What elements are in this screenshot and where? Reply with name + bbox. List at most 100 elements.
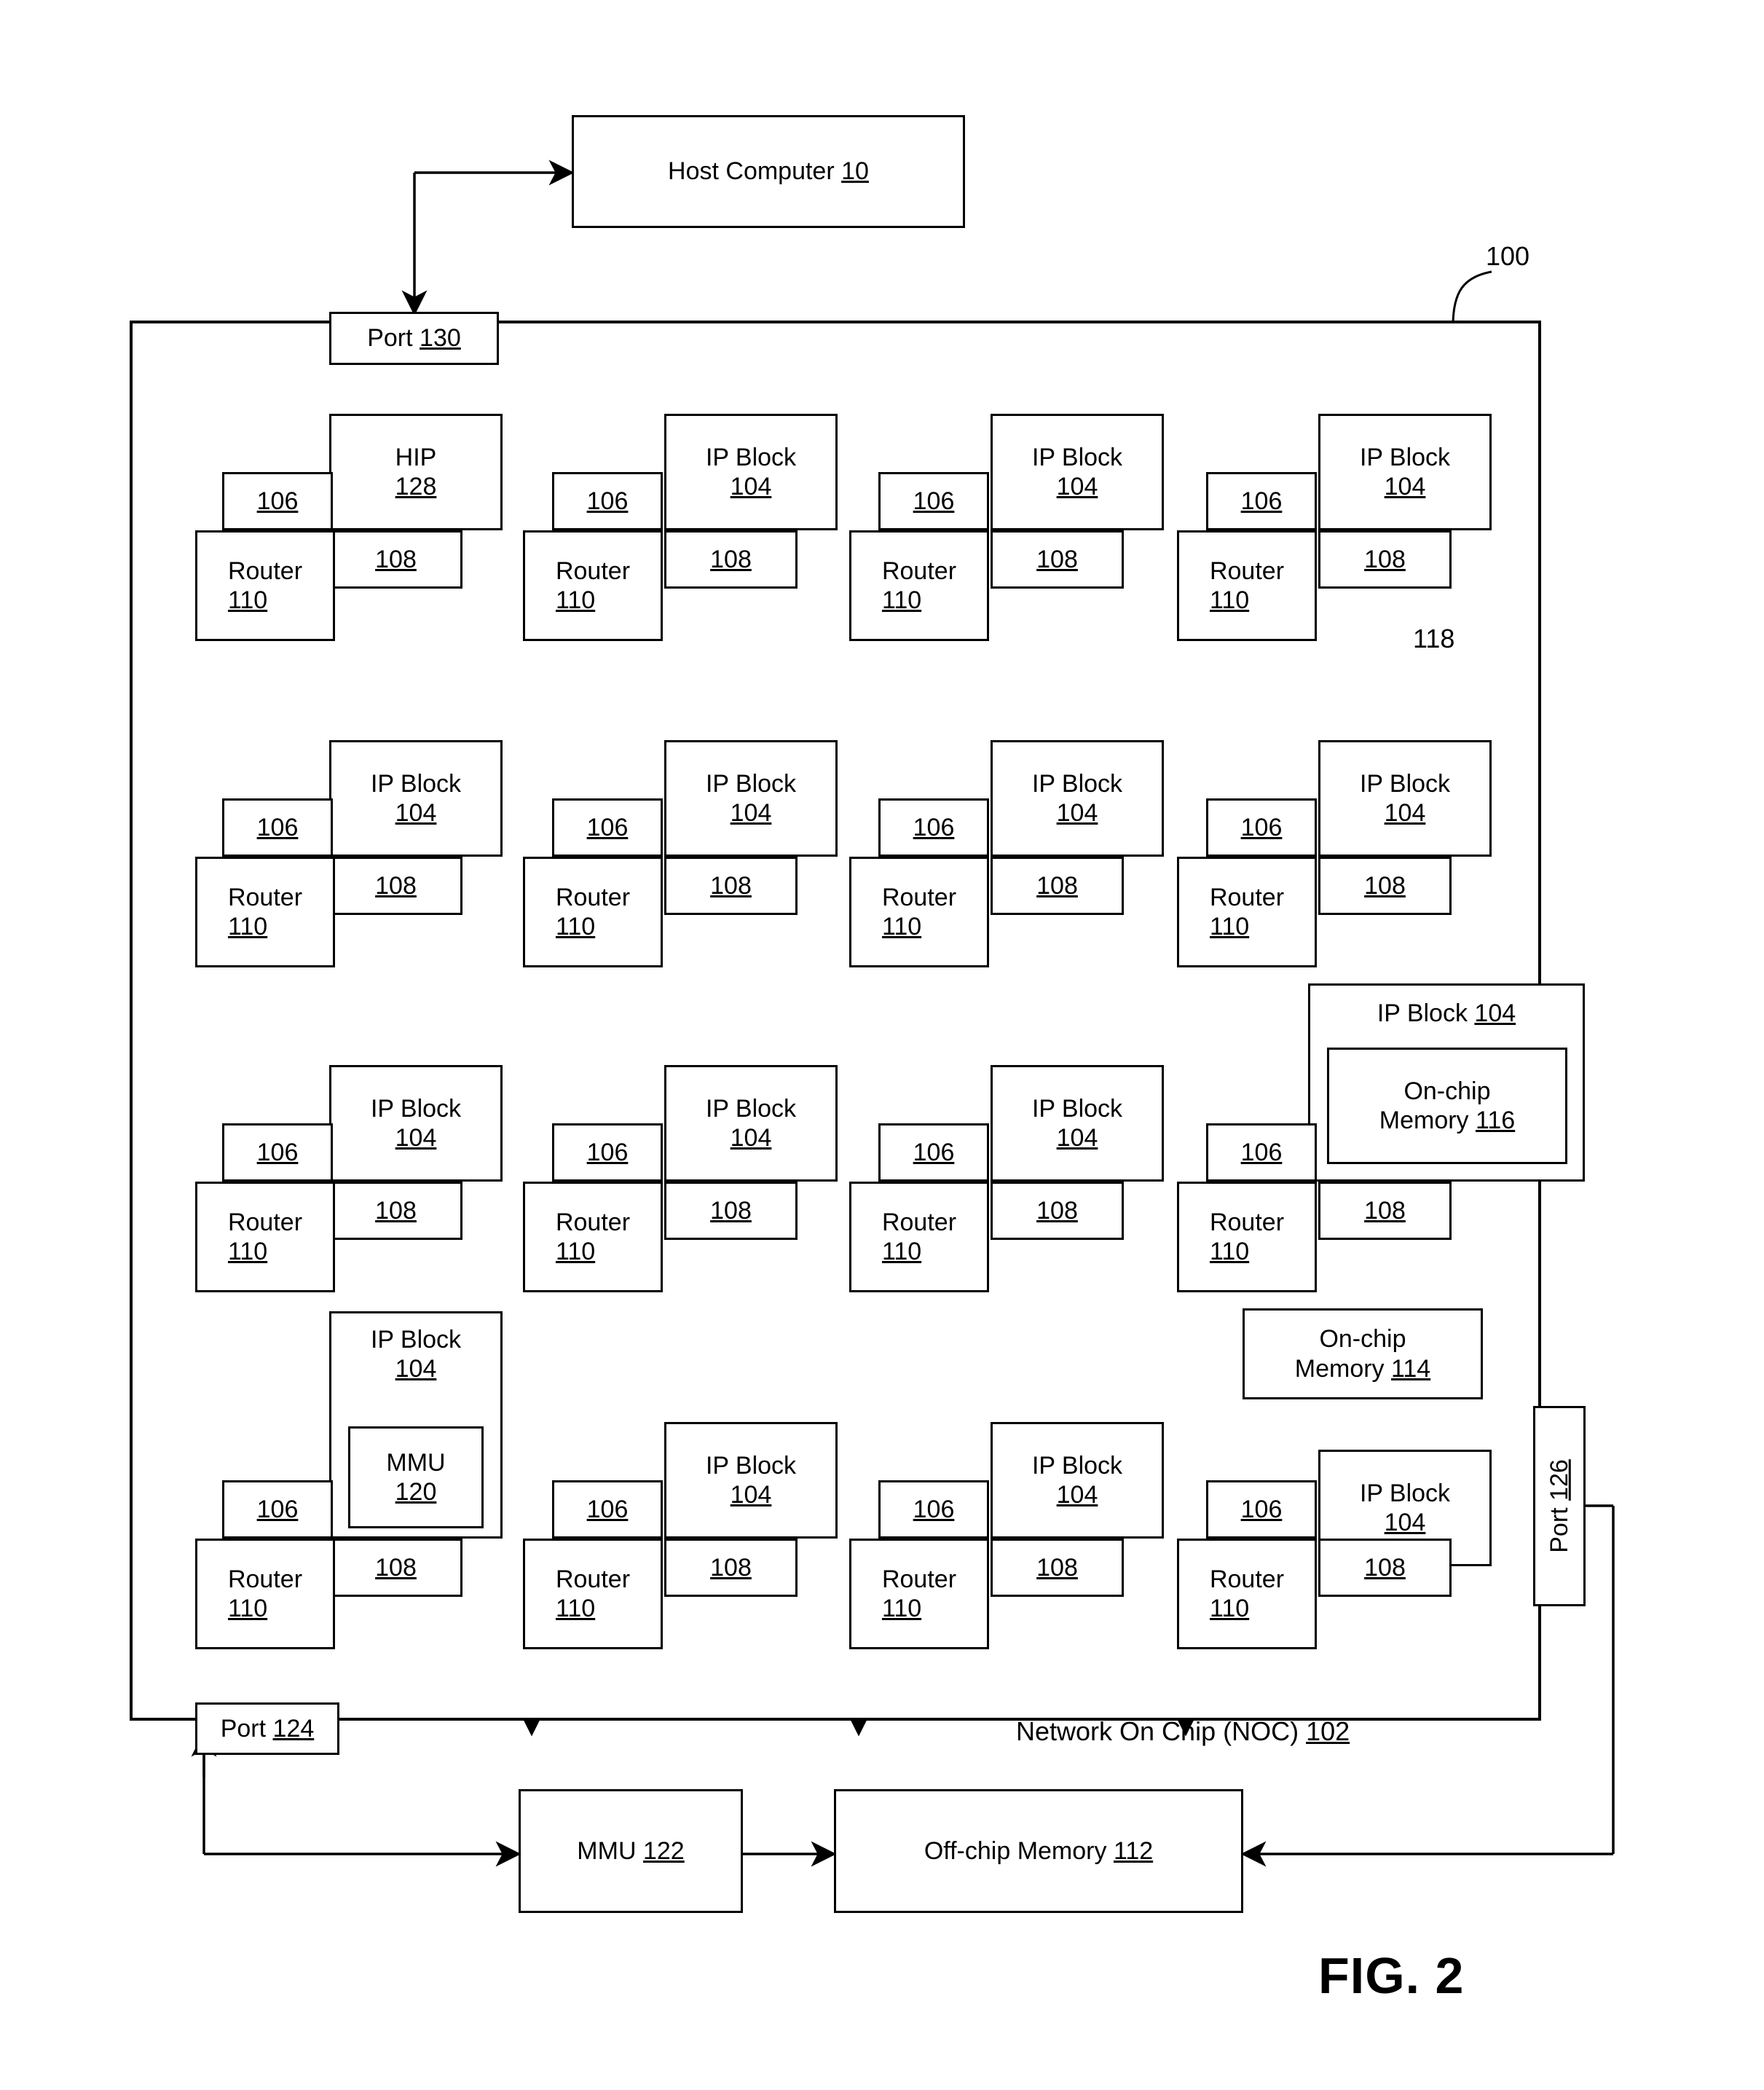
router-110-r2c4[interactable]: Router 110 [1177, 857, 1317, 967]
hip-128-block[interactable]: HIP 128 [329, 414, 503, 530]
router-110-r4c4[interactable]: Router 110 [1177, 1539, 1317, 1649]
adapter-108-r1c1[interactable]: 108 [329, 530, 462, 589]
link-106-r2c2[interactable]: 106 [552, 798, 663, 857]
link-106-r4c3[interactable]: 106 [878, 1480, 989, 1539]
adapter-108-r2c2[interactable]: 108 [664, 857, 798, 915]
link-106-r1c3[interactable]: 106 [878, 472, 989, 530]
adapter-108-r2c4[interactable]: 108 [1318, 857, 1452, 915]
ip-block-104-r1c3[interactable]: IP Block 104 [991, 414, 1164, 530]
router-110-label: Router 110 [555, 883, 631, 940]
ip-block-104-r3c2[interactable]: IP Block 104 [664, 1065, 838, 1182]
link-106-r1c2[interactable]: 106 [552, 472, 663, 530]
adapter-108-r4c4[interactable]: 108 [1318, 1539, 1452, 1597]
router-110-r4c2[interactable]: Router 110 [523, 1539, 663, 1649]
adapter-108-label: 108 [1364, 1196, 1406, 1225]
link-106-r1c1[interactable]: 106 [222, 472, 333, 530]
ip-block-104-r2c1[interactable]: IP Block 104 [329, 740, 503, 857]
router-110-r3c1[interactable]: Router 110 [195, 1182, 335, 1292]
ip-block-104-r4c2[interactable]: IP Block 104 [664, 1422, 838, 1539]
link-106-label: 106 [1240, 487, 1283, 515]
port-126[interactable]: Port 126 [1533, 1406, 1586, 1606]
adapter-108-label: 108 [1036, 1196, 1078, 1225]
adapter-108-r3c2[interactable]: 108 [664, 1182, 798, 1240]
router-110-r1c1[interactable]: Router 110 [195, 530, 335, 641]
ip-block-104-r2c2[interactable]: IP Block 104 [664, 740, 838, 857]
port-130-label: Port 130 [367, 324, 461, 353]
port-124[interactable]: Port 124 [195, 1702, 339, 1755]
router-110-r3c4[interactable]: Router 110 [1177, 1182, 1317, 1292]
figure-canvas: Host Computer 10 100 118 Port 130 HIP 128… [0, 0, 1764, 2090]
host-computer-label: Host Computer 10 [668, 157, 869, 186]
link-106-r2c4[interactable]: 106 [1206, 798, 1317, 857]
router-110-r1c2[interactable]: Router 110 [523, 530, 663, 641]
adapter-108-r2c1[interactable]: 108 [329, 857, 462, 915]
ip-block-104-label: IP Block 104 [1359, 443, 1451, 500]
adapter-108-r1c4[interactable]: 108 [1318, 530, 1452, 589]
on-chip-memory-114[interactable]: On-chip Memory 114 [1243, 1308, 1483, 1399]
adapter-108-r3c4[interactable]: 108 [1318, 1182, 1452, 1240]
adapter-108-r2c3[interactable]: 108 [991, 857, 1124, 915]
router-110-label: Router 110 [227, 1208, 303, 1265]
adapter-108-label: 108 [1036, 1553, 1078, 1582]
router-110-label: Router 110 [881, 557, 957, 614]
router-110-r2c1[interactable]: Router 110 [195, 857, 335, 967]
adapter-108-label: 108 [1364, 545, 1406, 573]
mmu-122-box[interactable]: MMU 122 [519, 1789, 743, 1913]
router-110-label: Router 110 [555, 1565, 631, 1622]
link-106-r2c1[interactable]: 106 [222, 798, 333, 857]
adapter-108-r4c3[interactable]: 108 [991, 1539, 1124, 1597]
off-chip-memory-112-box[interactable]: Off-chip Memory 112 [834, 1789, 1243, 1913]
mmu-120[interactable]: MMU 120 [348, 1426, 484, 1528]
ip-block-104-label: IP Block 104 [1031, 1451, 1123, 1509]
adapter-108-r4c2[interactable]: 108 [664, 1539, 798, 1597]
adapter-108-r3c1[interactable]: 108 [329, 1182, 462, 1240]
mmu-120-label: MMU 120 [386, 1448, 446, 1506]
router-110-r2c3[interactable]: Router 110 [849, 857, 989, 967]
ip-block-104-r3c3[interactable]: IP Block 104 [991, 1065, 1164, 1182]
ip-block-104-label: IP Block 104 [1359, 769, 1451, 827]
ip-block-104-r2c4[interactable]: IP Block 104 [1318, 740, 1492, 857]
ip-block-104-label: IP Block 104 [705, 1451, 797, 1509]
router-110-r3c3[interactable]: Router 110 [849, 1182, 989, 1292]
on-chip-memory-116[interactable]: On-chip Memory 116 [1327, 1048, 1567, 1164]
link-106-r4c4[interactable]: 106 [1206, 1480, 1317, 1539]
ip-block-104-r3c1[interactable]: IP Block 104 [329, 1065, 503, 1182]
router-110-label: Router 110 [555, 557, 631, 614]
router-110-r4c3[interactable]: Router 110 [849, 1539, 989, 1649]
port-130[interactable]: Port 130 [329, 312, 499, 365]
on-chip-memory-114-label: On-chip Memory 114 [1294, 1325, 1431, 1383]
router-110-label: Router 110 [881, 1208, 957, 1265]
link-106-r4c1[interactable]: 106 [222, 1480, 333, 1539]
router-110-r1c3[interactable]: Router 110 [849, 530, 989, 641]
ip-block-104-r1c2[interactable]: IP Block 104 [664, 414, 838, 530]
link-106-r4c2[interactable]: 106 [552, 1480, 663, 1539]
adapter-108-r1c3[interactable]: 108 [991, 530, 1124, 589]
adapter-108-r1c2[interactable]: 108 [664, 530, 798, 589]
adapter-108-r3c3[interactable]: 108 [991, 1182, 1124, 1240]
host-computer-box[interactable]: Host Computer 10 [572, 115, 965, 228]
figure-label: FIG. 2 [1318, 1947, 1465, 2004]
adapter-108-label: 108 [375, 1196, 417, 1225]
router-110-r3c2[interactable]: Router 110 [523, 1182, 663, 1292]
router-110-r2c2[interactable]: Router 110 [523, 857, 663, 967]
ip-block-104-inline-label: IP Block 104 [1377, 999, 1516, 1027]
adapter-108-r4c1[interactable]: 108 [329, 1539, 462, 1597]
link-106-r3c2[interactable]: 106 [552, 1123, 663, 1182]
link-106-r3c3[interactable]: 106 [878, 1123, 989, 1182]
ip-block-104-r2c3[interactable]: IP Block 104 [991, 740, 1164, 857]
link-106-r2c3[interactable]: 106 [878, 798, 989, 857]
router-110-r1c4[interactable]: Router 110 [1177, 530, 1317, 641]
link-106-r3c4[interactable]: 106 [1206, 1123, 1317, 1182]
ip-block-104-r1c4[interactable]: IP Block 104 [1318, 414, 1492, 530]
port-126-label: Port 126 [1545, 1459, 1573, 1553]
ip-block-104-r4c3[interactable]: IP Block 104 [991, 1422, 1164, 1539]
link-106-r3c1[interactable]: 106 [222, 1123, 333, 1182]
ip-block-104-label: IP Block 104 [1031, 443, 1123, 500]
router-110-label: Router 110 [555, 1208, 631, 1265]
adapter-108-label: 108 [710, 545, 752, 573]
ref-118-label: 118 [1413, 624, 1455, 653]
ip-block-104-label: IP Block 104 [370, 769, 462, 827]
adapter-108-label: 108 [1036, 545, 1078, 573]
router-110-r4c1[interactable]: Router 110 [195, 1539, 335, 1649]
link-106-r1c4[interactable]: 106 [1206, 472, 1317, 530]
